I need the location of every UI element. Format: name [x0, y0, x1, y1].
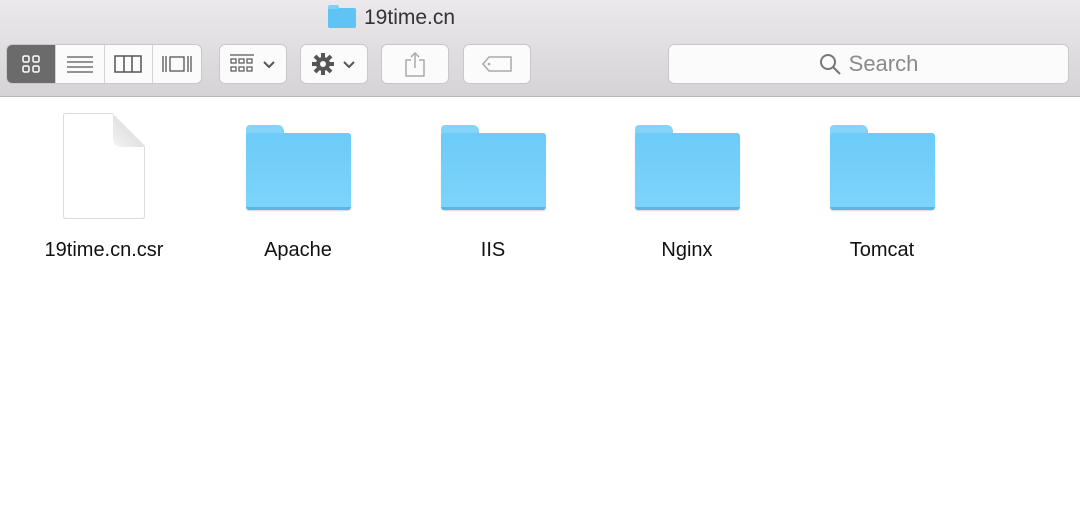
window-title-text: 19time.cn	[364, 6, 456, 29]
folder-name: IIS	[480, 239, 506, 261]
columns-icon	[114, 55, 143, 73]
search-placeholder: Search	[848, 51, 919, 76]
share-button[interactable]	[381, 44, 449, 84]
folder-name: Nginx	[661, 239, 713, 261]
arrange-icon	[230, 54, 275, 72]
tag-icon	[482, 56, 512, 72]
share-icon	[405, 51, 425, 77]
file-name: 19time.cn.csr	[44, 239, 164, 261]
folder-icon	[246, 125, 351, 210]
window-title: 19time.cn	[328, 5, 456, 30]
gear-icon	[312, 53, 355, 75]
cover-flow-view-button[interactable]	[152, 45, 201, 83]
view-mode-control	[6, 44, 202, 84]
folder-icon	[328, 5, 356, 28]
folder-icon	[635, 125, 740, 210]
tag-button[interactable]	[463, 44, 531, 84]
folder-icon	[830, 125, 935, 210]
folder-name: Apache	[264, 239, 332, 261]
search-icon	[819, 54, 841, 75]
icon-view-button[interactable]	[7, 45, 55, 83]
folder-name: Tomcat	[849, 239, 915, 261]
list-view-button[interactable]	[54, 45, 104, 83]
search-field[interactable]: Search	[668, 44, 1069, 84]
icon-grid-icon	[22, 55, 40, 73]
folder-icon	[441, 125, 546, 210]
cover-flow-icon	[162, 56, 192, 72]
action-button[interactable]	[300, 44, 368, 84]
finder-toolbar: 19time.cn Search	[0, 0, 1080, 97]
document-fold-icon	[113, 113, 145, 147]
arrange-button[interactable]	[219, 44, 287, 84]
list-icon	[66, 56, 93, 73]
column-view-button[interactable]	[103, 45, 153, 83]
